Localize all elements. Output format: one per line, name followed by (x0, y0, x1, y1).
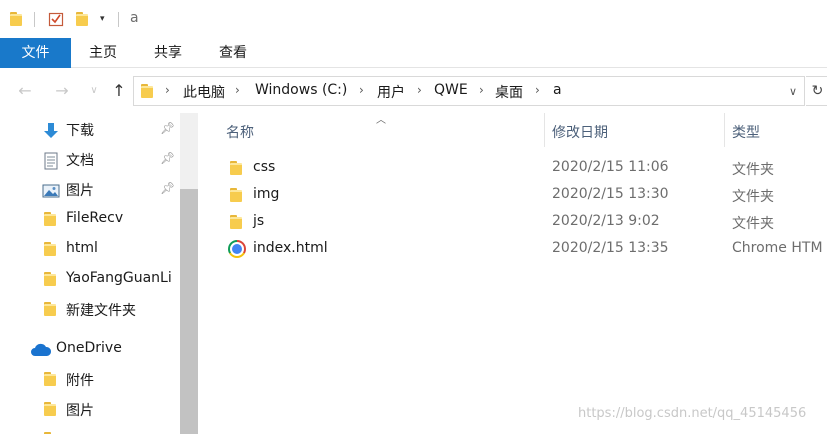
file-type: 文件夹 (732, 216, 774, 232)
sidebar-item-label: FileRecv (66, 210, 124, 226)
chevron-right-icon[interactable]: › (535, 83, 540, 97)
address-bar-row: ← → ∨ ↑ › 此电脑 › Windows (C:) › 用户 › QWE … (0, 69, 827, 113)
sidebar-item-documents[interactable]: 文档 📌︎ (0, 145, 180, 175)
file-name: css (253, 159, 276, 175)
cloud-icon (30, 343, 52, 359)
pin-icon[interactable]: 📌︎ (160, 181, 175, 195)
navigation-scrollbar-thumb[interactable] (180, 189, 198, 434)
sidebar-item-partial[interactable] (0, 425, 180, 434)
sidebar-item-label: OneDrive (56, 340, 122, 356)
divider (118, 12, 119, 27)
chevron-right-icon[interactable]: › (479, 83, 484, 97)
sidebar-item-attachments[interactable]: 附件 (0, 365, 180, 395)
column-divider[interactable] (544, 113, 545, 147)
tab-view[interactable]: 查看 (214, 38, 252, 68)
file-type: 文件夹 (732, 162, 774, 178)
file-date: 2020/2/15 13:35 (552, 240, 669, 256)
tab-home[interactable]: 主页 (84, 38, 122, 68)
folder-icon (230, 161, 242, 175)
breadcrumb-this-pc[interactable]: 此电脑 (183, 82, 225, 102)
ribbon-tabs: 文件 主页 共享 查看 (0, 38, 827, 68)
refresh-icon[interactable]: ↻ (806, 76, 827, 106)
folder-icon (44, 302, 62, 318)
sidebar-item-label: 新建文件夹 (66, 303, 136, 319)
chevron-right-icon[interactable]: › (235, 83, 240, 97)
table-row[interactable]: js 2020/2/13 9:02 文件夹 (220, 209, 827, 236)
sidebar-item-label: YaoFangGuanLi (66, 270, 172, 286)
file-name: index.html (253, 240, 328, 256)
address-history-dropdown-icon[interactable]: ∨ (782, 77, 804, 105)
breadcrumb-users[interactable]: 用户 (377, 82, 405, 102)
sidebar-item-yaofangguanli[interactable]: YaoFangGuanLi (0, 265, 180, 295)
pin-icon[interactable]: 📌︎ (160, 151, 175, 165)
file-date: 2020/2/15 11:06 (552, 159, 669, 175)
tab-share[interactable]: 共享 (149, 38, 187, 68)
chevron-right-icon[interactable]: › (417, 83, 422, 97)
watermark-text: https://blog.csdn.net/qq_45145456 (578, 406, 807, 421)
sidebar-item-pictures[interactable]: 图片 📌︎ (0, 175, 180, 205)
sidebar-item-onedrive-pictures[interactable]: 图片 (0, 395, 180, 425)
breadcrumb-drive-c[interactable]: Windows (C:) (255, 82, 347, 98)
sidebar-item-label: 图片 (66, 403, 94, 419)
picture-icon (42, 182, 60, 198)
sidebar-item-label: 下载 (66, 123, 94, 139)
folder-icon (141, 84, 153, 98)
breadcrumb-desktop[interactable]: 桌面 (495, 82, 523, 102)
new-folder-icon[interactable] (76, 0, 88, 38)
chevron-right-icon[interactable]: › (359, 83, 364, 97)
pin-icon[interactable]: 📌︎ (160, 121, 175, 135)
file-date: 2020/2/13 9:02 (552, 213, 660, 229)
file-type: Chrome HTM (732, 240, 823, 256)
file-date: 2020/2/15 13:30 (552, 186, 669, 202)
chrome-icon (228, 240, 246, 258)
folder-icon (44, 372, 62, 388)
column-header-type[interactable]: 类型 (732, 122, 760, 142)
title-bar: ▾ a (0, 0, 827, 38)
folder-icon (10, 0, 22, 38)
download-arrow-icon (42, 122, 60, 138)
file-name: img (253, 186, 280, 202)
address-bar[interactable]: › 此电脑 › Windows (C:) › 用户 › QWE › 桌面 › a… (133, 76, 805, 106)
sidebar-item-downloads[interactable]: 下载 📌︎ (0, 115, 180, 145)
sidebar-item-new-folder[interactable]: 新建文件夹 (0, 295, 180, 325)
column-divider[interactable] (724, 113, 725, 147)
file-list: ︿ 名称 修改日期 类型 css 2020/2/15 11:06 文件夹 img… (200, 113, 827, 434)
table-row[interactable]: img 2020/2/15 13:30 文件夹 (220, 182, 827, 209)
folder-icon (44, 402, 62, 418)
recent-locations-dropdown-icon[interactable]: ∨ (83, 79, 105, 101)
folder-icon (230, 188, 242, 202)
breadcrumb-qwe[interactable]: QWE (434, 82, 468, 98)
window-title: a (130, 10, 139, 26)
file-type: 文件夹 (732, 189, 774, 205)
forward-arrow-icon[interactable]: → (51, 79, 73, 101)
properties-checklist-icon[interactable] (48, 0, 64, 38)
sidebar-item-onedrive[interactable]: OneDrive (0, 335, 180, 365)
navigation-pane: 下载 📌︎ 文档 📌︎ 图片 📌︎ FileRecv html YaoFangG… (0, 113, 200, 434)
sidebar-item-html[interactable]: html (0, 235, 180, 265)
folder-icon (44, 272, 62, 288)
sidebar-item-label: html (66, 240, 98, 256)
folder-icon (230, 215, 242, 229)
sidebar-item-label: 文档 (66, 153, 94, 169)
tab-file[interactable]: 文件 (0, 38, 71, 68)
sidebar-item-label: 图片 (66, 183, 94, 199)
sidebar-item-filerecv[interactable]: FileRecv (0, 205, 180, 235)
up-arrow-icon[interactable]: ↑ (108, 79, 130, 101)
column-header-name[interactable]: 名称 (226, 122, 254, 142)
chevron-right-icon[interactable]: › (165, 83, 170, 97)
table-row[interactable]: css 2020/2/15 11:06 文件夹 (220, 155, 827, 182)
column-headers: ︿ 名称 修改日期 类型 (200, 113, 827, 149)
folder-icon (44, 242, 62, 258)
table-row[interactable]: index.html 2020/2/15 13:35 Chrome HTM (220, 236, 827, 263)
file-name: js (253, 213, 265, 229)
back-arrow-icon[interactable]: ← (14, 79, 36, 101)
breadcrumb-a[interactable]: a (553, 82, 562, 98)
folder-icon (44, 212, 62, 228)
divider (34, 12, 35, 27)
sidebar-item-label: 附件 (66, 373, 94, 389)
customize-toolbar-dropdown-icon[interactable]: ▾ (100, 0, 105, 38)
column-header-date-modified[interactable]: 修改日期 (552, 122, 608, 142)
sort-ascending-icon: ︿ (376, 115, 386, 126)
document-icon (42, 152, 60, 170)
